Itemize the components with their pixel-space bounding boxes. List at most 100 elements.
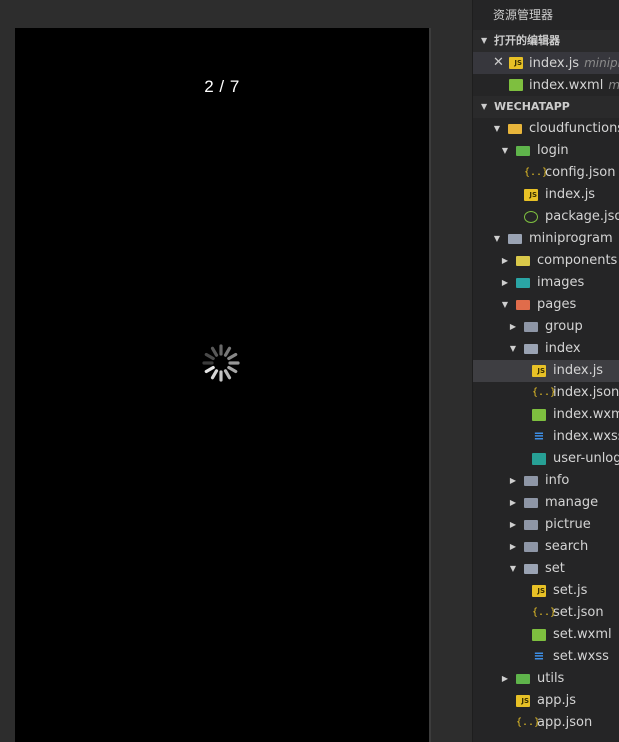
tree-folder-item[interactable]: ▶ group (473, 316, 619, 338)
tree-file-item[interactable]: JS app.js (473, 690, 619, 712)
chevron-down-icon[interactable]: ▼ (492, 118, 502, 140)
tree-file-item[interactable]: ≡ set.wxss (473, 646, 619, 668)
tree-file-item[interactable]: {..} set.json (473, 602, 619, 624)
tree-folder-item[interactable]: ▶ info (473, 470, 619, 492)
folder-open-icon (508, 234, 522, 244)
folder-icon (524, 322, 538, 332)
loading-spinner-icon (202, 344, 240, 382)
wxml-file-icon (509, 79, 523, 91)
images-folder-icon (516, 278, 530, 288)
chevron-down-icon[interactable]: ▼ (500, 294, 510, 316)
tree-item-label: set (545, 561, 565, 576)
tree-folder-item[interactable]: ▶ manage (473, 492, 619, 514)
tree-file-item[interactable]: user-unlog (473, 448, 619, 470)
wxml-file-icon (532, 629, 546, 641)
folder-open-icon (524, 564, 538, 574)
tree-folder-item[interactable]: ▶ images (473, 272, 619, 294)
tree-item-label: pictrue (545, 517, 591, 532)
wxss-file-icon: ≡ (533, 429, 545, 444)
tree-folder-item[interactable]: ▼ login (473, 140, 619, 162)
chevron-down-icon[interactable]: ▼ (500, 140, 510, 162)
tree-item-label: index.wxml (553, 407, 619, 422)
open-editors-list: ✕ JS index.js miniprog index.wxml mi (473, 52, 619, 96)
wxml-file-icon (532, 409, 546, 421)
js-file-icon: JS (509, 57, 523, 69)
tree-item-label: set.wxml (553, 627, 612, 642)
simulator-divider[interactable] (429, 28, 431, 742)
tree-file-item[interactable]: ≡ index.wxss (473, 426, 619, 448)
chevron-right-icon[interactable]: ▶ (500, 250, 510, 272)
tree-folder-item[interactable]: ▼ cloudfunctions (473, 118, 619, 140)
tree-item-label: images (537, 275, 585, 290)
tree-folder-item[interactable]: ▶ components (473, 250, 619, 272)
chevron-right-icon[interactable]: ▶ (508, 492, 518, 514)
file-path-hint: mi (608, 78, 619, 92)
tree-folder-item[interactable]: ▼ set (473, 558, 619, 580)
tree-folder-item[interactable]: ▶ search (473, 536, 619, 558)
tree-item-label: group (545, 319, 583, 334)
tree-file-item[interactable]: package.json (473, 206, 619, 228)
tree-item-label: user-unlog (553, 451, 619, 466)
tree-file-item[interactable]: JS index.js (473, 184, 619, 206)
tree-item-label: pages (537, 297, 577, 312)
tree-folder-item[interactable]: ▼ index (473, 338, 619, 360)
workspace-header[interactable]: ▼ WECHATAPP (473, 96, 619, 118)
cloud-folder-icon (508, 124, 522, 134)
close-icon[interactable]: ✕ (493, 52, 504, 74)
spinner-blade (210, 346, 219, 357)
chevron-right-icon[interactable]: ▶ (508, 470, 518, 492)
chevron-right-icon[interactable]: ▶ (500, 272, 510, 294)
chevron-right-icon[interactable]: ▶ (508, 536, 518, 558)
tree-item-label: set.js (553, 583, 588, 598)
tree-item-label: info (545, 473, 570, 488)
file-name: index.js (529, 56, 580, 71)
chevron-down-icon[interactable]: ▼ (508, 558, 518, 580)
tree-item-label: manage (545, 495, 599, 510)
spinner-blade (227, 365, 238, 374)
json-file-icon: {..} (532, 387, 557, 398)
js-file-icon: JS (532, 585, 546, 597)
package-file-icon (524, 211, 538, 223)
chevron-down-icon: ▼ (481, 36, 488, 45)
components-folder-icon (516, 256, 530, 266)
tree-item-label: index (545, 341, 581, 356)
tree-file-item[interactable]: JS index.js (473, 360, 619, 382)
chevron-right-icon[interactable]: ▶ (508, 316, 518, 338)
chevron-right-icon[interactable]: ▶ (508, 514, 518, 536)
phone-screen[interactable]: 2 / 7 (15, 28, 429, 742)
spinner-blade (204, 352, 215, 361)
folder-icon (516, 146, 530, 156)
chevron-right-icon[interactable]: ▶ (500, 668, 510, 690)
chevron-down-icon[interactable]: ▼ (508, 338, 518, 360)
pages-folder-icon (516, 300, 530, 310)
js-file-icon: JS (524, 189, 538, 201)
tree-folder-item[interactable]: ▼ miniprogram (473, 228, 619, 250)
spinner-blade (210, 369, 219, 380)
tree-folder-item[interactable]: ▶ utils (473, 668, 619, 690)
tree-item-label: package.json (545, 209, 619, 224)
open-editor-item[interactable]: ✕ JS index.js miniprog (473, 52, 619, 74)
open-editor-item[interactable]: index.wxml mi (473, 74, 619, 96)
chevron-down-icon[interactable]: ▼ (492, 228, 502, 250)
tree-item-label: app.js (537, 693, 576, 708)
tree-file-item[interactable]: {..} app.json (473, 712, 619, 734)
folder-icon (524, 542, 538, 552)
tree-file-item[interactable]: JS set.js (473, 580, 619, 602)
tree-file-item[interactable]: index.wxml (473, 404, 619, 426)
simulator-area: 2 / 7 (0, 0, 472, 742)
tree-item-label: config.json (545, 165, 616, 180)
tree-item-label: utils (537, 671, 565, 686)
workspace-label: WECHATAPP (494, 100, 570, 113)
chevron-down-icon: ▼ (481, 102, 488, 111)
folder-icon (524, 520, 538, 530)
tree-file-item[interactable]: {..} config.json (473, 162, 619, 184)
spinner-blade (223, 369, 232, 380)
tree-item-label: index.wxss (553, 429, 619, 444)
tree-folder-item[interactable]: ▼ pages (473, 294, 619, 316)
explorer-title: 资源管理器 (493, 8, 554, 22)
tree-item-label: app.json (537, 715, 593, 730)
tree-file-item[interactable]: set.wxml (473, 624, 619, 646)
open-editors-header[interactable]: ▼ 打开的编辑器 (473, 30, 619, 52)
tree-folder-item[interactable]: ▶ pictrue (473, 514, 619, 536)
tree-file-item[interactable]: {..} index.json (473, 382, 619, 404)
